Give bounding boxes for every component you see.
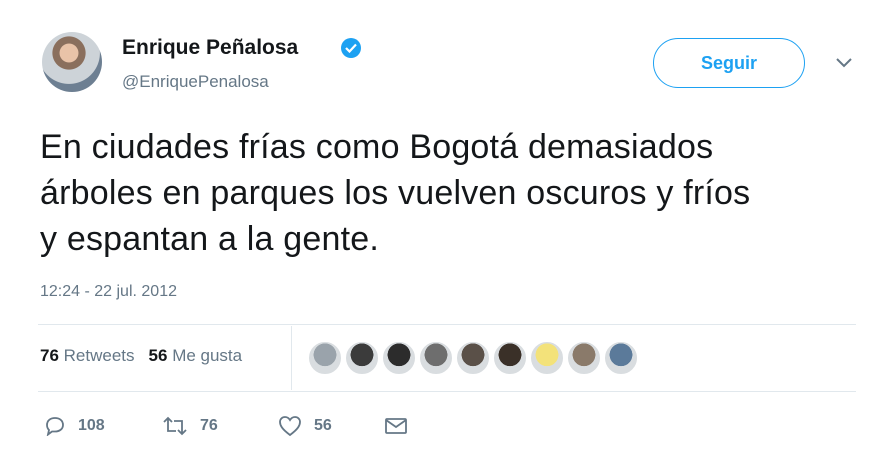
tweet-actions: 108 76 56 bbox=[44, 415, 420, 437]
emoji-avatar-icon[interactable] bbox=[530, 341, 564, 375]
retweet-icon bbox=[163, 416, 187, 436]
user-avatar-icon[interactable] bbox=[345, 341, 379, 375]
author-name[interactable]: Enrique Peñalosa bbox=[122, 36, 298, 60]
divider bbox=[38, 391, 856, 392]
verified-badge-icon bbox=[341, 38, 361, 58]
envelope-icon bbox=[385, 418, 407, 434]
user-avatar-icon[interactable] bbox=[456, 341, 490, 375]
retweet-button[interactable]: 76 bbox=[162, 416, 278, 436]
retweet-count: 76 bbox=[200, 417, 218, 434]
retweets-label: Retweets bbox=[63, 346, 135, 365]
reply-count: 108 bbox=[78, 417, 105, 434]
likes-count: 56 bbox=[148, 346, 168, 365]
tweet-stats: 76 Retweets 56 Me gusta bbox=[40, 346, 242, 366]
user-avatar-icon[interactable] bbox=[419, 341, 453, 375]
heart-icon bbox=[279, 416, 301, 437]
author-avatar[interactable] bbox=[42, 32, 102, 92]
user-avatar-icon[interactable] bbox=[382, 341, 416, 375]
reply-button[interactable]: 108 bbox=[44, 416, 162, 436]
tweet-timestamp[interactable]: 12:24 - 22 jul. 2012 bbox=[40, 283, 177, 301]
divider bbox=[291, 326, 292, 390]
user-avatar-icon[interactable] bbox=[493, 341, 527, 375]
user-avatar-icon[interactable] bbox=[604, 341, 638, 375]
author-handle[interactable]: @EnriquePenalosa bbox=[122, 72, 269, 92]
user-avatar-icon[interactable] bbox=[308, 341, 342, 375]
divider bbox=[38, 324, 856, 325]
follow-button[interactable]: Seguir bbox=[653, 38, 805, 88]
retweets-stat[interactable]: 76 Retweets bbox=[40, 346, 135, 366]
chevron-down-icon[interactable] bbox=[832, 56, 856, 70]
direct-message-button[interactable] bbox=[384, 416, 420, 436]
likes-label: Me gusta bbox=[172, 346, 243, 365]
retweets-count: 76 bbox=[40, 346, 59, 365]
likes-stat[interactable]: 56 Me gusta bbox=[149, 346, 243, 366]
tweet-text: En ciudades frías como Bogotá demasiados… bbox=[40, 128, 751, 258]
like-button[interactable]: 56 bbox=[278, 415, 384, 437]
like-count: 56 bbox=[314, 417, 332, 434]
user-avatar-icon[interactable] bbox=[567, 341, 601, 375]
liker-avatars bbox=[308, 341, 638, 375]
reply-icon bbox=[46, 417, 64, 436]
